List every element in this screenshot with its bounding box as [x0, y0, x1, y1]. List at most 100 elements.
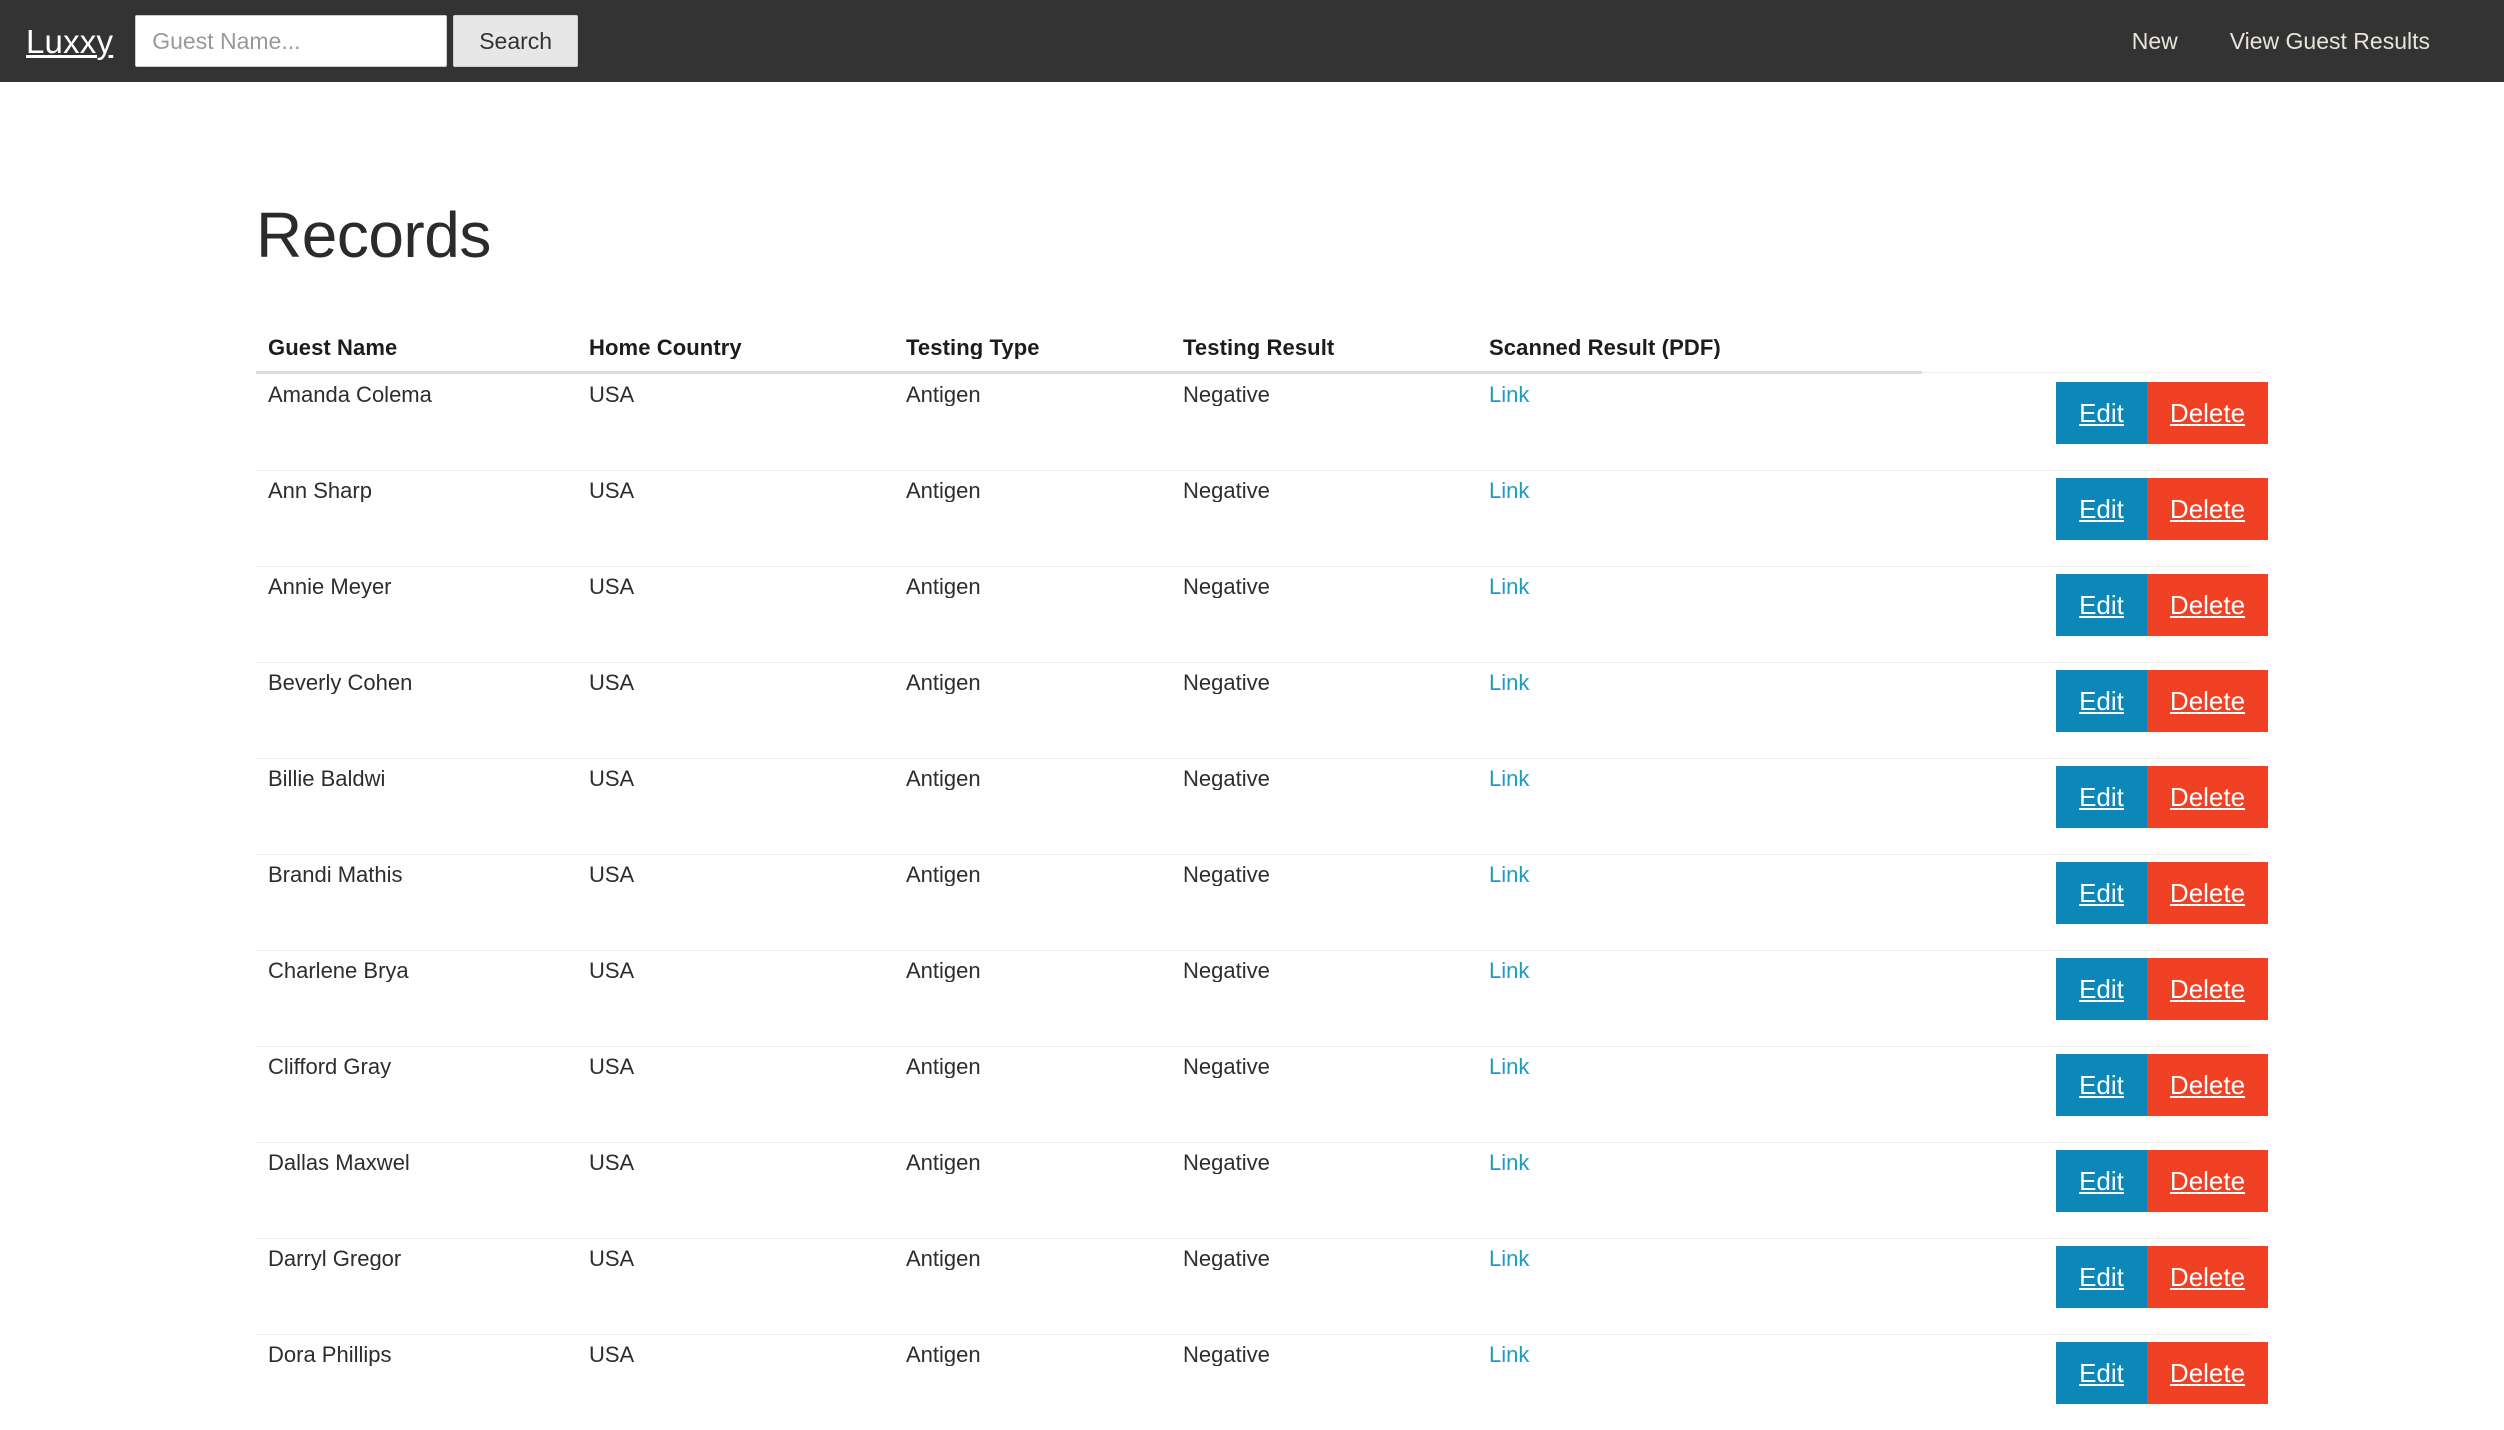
- delete-button[interactable]: Delete: [2147, 1150, 2268, 1213]
- row-action-buttons: Edit Delete: [2056, 862, 2268, 925]
- cell-home-country: USA: [589, 1246, 635, 1271]
- nav-link-new[interactable]: New: [2106, 29, 2204, 53]
- nav-link-view-guest-results[interactable]: View Guest Results: [2204, 29, 2456, 53]
- table-row: Dora Phillips USA Antigen Negative Link Edit D…: [256, 1334, 2268, 1430]
- cell-scanned-result: Link: [1489, 1238, 1909, 1270]
- row-action-buttons: Edit Delete: [2056, 574, 2268, 637]
- row-action-buttons: Edit Delete: [2056, 1150, 2268, 1213]
- cell-guest-name: Ann Sharp: [268, 478, 372, 503]
- scanned-result-link[interactable]: Link: [1489, 1246, 1529, 1270]
- row-action-buttons: Edit Delete: [2056, 478, 2268, 541]
- scanned-result-link[interactable]: Link: [1489, 958, 1529, 982]
- delete-button[interactable]: Delete: [2147, 382, 2268, 445]
- search-form: Search: [135, 15, 579, 67]
- scanned-result-link[interactable]: Link: [1489, 670, 1529, 694]
- cell-home-country: USA: [589, 862, 635, 887]
- cell-actions: Edit Delete: [1909, 1046, 2268, 1117]
- cell-home-country: USA: [589, 478, 635, 503]
- edit-button[interactable]: Edit: [2056, 670, 2147, 733]
- scanned-result-link[interactable]: Link: [1489, 766, 1529, 790]
- cell-guest-name: Dora Phillips: [268, 1342, 392, 1367]
- scanned-result-link[interactable]: Link: [1489, 478, 1529, 502]
- cell-testing-type: Antigen: [906, 1246, 981, 1271]
- cell-home-country: USA: [589, 670, 635, 695]
- cell-scanned-result: Link: [1489, 566, 1909, 598]
- cell-actions: Edit Delete: [1909, 854, 2268, 925]
- table-row: Charlene Brya USA Antigen Negative Link Edit D…: [256, 950, 2268, 1046]
- row-action-buttons: Edit Delete: [2056, 958, 2268, 1021]
- table-row: Dallas Maxwel USA Antigen Negative Link Edit D…: [256, 1142, 2268, 1238]
- cell-home-country: USA: [589, 574, 635, 599]
- cell-scanned-result: Link: [1489, 1142, 1909, 1174]
- table-row: Brandi Mathis USA Antigen Negative Link Edit D…: [256, 854, 2268, 950]
- cell-testing-type: Antigen: [906, 670, 981, 695]
- delete-button[interactable]: Delete: [2147, 1054, 2268, 1117]
- scanned-result-link[interactable]: Link: [1489, 1054, 1529, 1078]
- edit-button[interactable]: Edit: [2056, 958, 2147, 1021]
- cell-actions: Edit Delete: [1909, 374, 2268, 445]
- cell-testing-type: Antigen: [906, 382, 981, 407]
- cell-scanned-result: Link: [1489, 1046, 1909, 1078]
- table-header-row: Guest Name Home Country Testing Type Tes…: [256, 327, 2262, 371]
- edit-button[interactable]: Edit: [2056, 1150, 2147, 1213]
- cell-actions: Edit Delete: [1909, 758, 2268, 829]
- row-action-buttons: Edit Delete: [2056, 766, 2268, 829]
- cell-testing-result: Negative: [1183, 1342, 1270, 1367]
- cell-home-country: USA: [589, 958, 635, 983]
- scanned-result-link[interactable]: Link: [1489, 574, 1529, 598]
- search-input[interactable]: [135, 15, 448, 67]
- edit-button[interactable]: Edit: [2056, 1342, 2147, 1405]
- delete-button[interactable]: Delete: [2147, 574, 2268, 637]
- cell-testing-type: Antigen: [906, 1054, 981, 1079]
- brand-logo[interactable]: Luxxy: [16, 25, 131, 58]
- scanned-result-link[interactable]: Link: [1489, 1342, 1529, 1366]
- delete-button[interactable]: Delete: [2147, 478, 2268, 541]
- cell-testing-result: Negative: [1183, 478, 1270, 503]
- cell-testing-result: Negative: [1183, 1246, 1270, 1271]
- cell-actions: Edit Delete: [1909, 1238, 2268, 1309]
- scanned-result-link[interactable]: Link: [1489, 862, 1529, 886]
- cell-actions: Edit Delete: [1909, 662, 2268, 733]
- edit-button[interactable]: Edit: [2056, 382, 2147, 445]
- cell-guest-name: Charlene Brya: [268, 958, 409, 983]
- row-action-buttons: Edit Delete: [2056, 1342, 2268, 1405]
- delete-button[interactable]: Delete: [2147, 1246, 2268, 1309]
- row-action-buttons: Edit Delete: [2056, 1246, 2268, 1309]
- cell-guest-name: Amanda Colema: [268, 382, 432, 407]
- cell-actions: Edit Delete: [1909, 470, 2268, 541]
- column-header-testing-type: Testing Type: [906, 335, 1040, 360]
- delete-button[interactable]: Delete: [2147, 862, 2268, 925]
- page-content: Records Guest Name Home Country Testing …: [0, 199, 2504, 1430]
- column-header-guest-name: Guest Name: [268, 335, 398, 360]
- edit-button[interactable]: Edit: [2056, 1054, 2147, 1117]
- edit-button[interactable]: Edit: [2056, 862, 2147, 925]
- cell-testing-type: Antigen: [906, 478, 981, 503]
- cell-testing-type: Antigen: [906, 574, 981, 599]
- cell-testing-result: Negative: [1183, 670, 1270, 695]
- column-header-actions: [1909, 327, 2262, 337]
- delete-button[interactable]: Delete: [2147, 958, 2268, 1021]
- table-row: Clifford Gray USA Antigen Negative Link Edit D…: [256, 1046, 2268, 1142]
- scanned-result-link[interactable]: Link: [1489, 382, 1529, 406]
- delete-button[interactable]: Delete: [2147, 670, 2268, 733]
- navbar-links: New View Guest Results: [2106, 29, 2456, 53]
- table-header: Guest Name Home Country Testing Type Tes…: [256, 327, 2262, 375]
- edit-button[interactable]: Edit: [2056, 574, 2147, 637]
- delete-button[interactable]: Delete: [2147, 766, 2268, 829]
- cell-testing-type: Antigen: [906, 766, 981, 791]
- page-title: Records: [256, 199, 491, 271]
- cell-scanned-result: Link: [1489, 950, 1909, 982]
- cell-actions: Edit Delete: [1909, 1334, 2268, 1405]
- search-button[interactable]: Search: [453, 15, 579, 67]
- edit-button[interactable]: Edit: [2056, 1246, 2147, 1309]
- column-header-scanned-result: Scanned Result (PDF): [1489, 335, 1721, 360]
- edit-button[interactable]: Edit: [2056, 766, 2147, 829]
- edit-button[interactable]: Edit: [2056, 478, 2147, 541]
- delete-button[interactable]: Delete: [2147, 1342, 2268, 1405]
- scanned-result-link[interactable]: Link: [1489, 1150, 1529, 1174]
- cell-guest-name: Dallas Maxwel: [268, 1150, 410, 1175]
- cell-testing-result: Negative: [1183, 862, 1270, 887]
- column-header-home-country: Home Country: [589, 335, 742, 360]
- cell-home-country: USA: [589, 1342, 635, 1367]
- cell-home-country: USA: [589, 382, 635, 407]
